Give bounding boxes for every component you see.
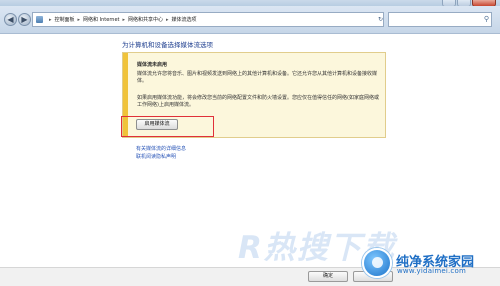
panel-heading: 媒体流未启用: [137, 62, 168, 68]
media-streaming-info-link[interactable]: 有关媒体流的详细信息: [136, 145, 186, 152]
ok-button[interactable]: 确定: [308, 271, 348, 282]
chevron-right-icon: ▸: [77, 16, 81, 23]
breadcrumb-network-internet[interactable]: 网络和 Internet: [83, 16, 119, 23]
control-panel-icon: [36, 16, 43, 23]
refresh-icon[interactable]: ↻: [377, 16, 384, 23]
forward-arrow-icon[interactable]: ▶: [18, 13, 31, 26]
page-title: 为计算机和设备选择媒体流选项: [122, 41, 213, 49]
search-icon[interactable]: ⚲: [484, 15, 489, 23]
logo-icon: [362, 248, 392, 278]
panel-description: 媒体流允许您将音乐、图片和视频发送到网络上的其他计算机和设备。它还允许您从其他计…: [137, 71, 378, 84]
address-bar[interactable]: ▸ 控制面板 ▸ 网络和 Internet ▸ 网络和共享中心 ▸ 媒体流选项: [32, 12, 384, 27]
search-input[interactable]: ⚲: [388, 12, 492, 27]
back-arrow-icon[interactable]: ◀: [4, 13, 17, 26]
breadcrumb-media-streaming-options[interactable]: 媒体流选项: [172, 16, 197, 23]
breadcrumb-network-sharing-center[interactable]: 网络和共享中心: [128, 16, 163, 23]
chevron-right-icon: ▸: [122, 16, 126, 23]
panel-warning: 如果启用媒体流功能，将会修改您当前的网络配置文件和防火墙设置。您应仅在值得信任的…: [137, 95, 379, 108]
logo-url: www.yidaimei.com: [397, 267, 466, 275]
chevron-right-icon: ▸: [49, 16, 52, 23]
breadcrumb-control-panel[interactable]: 控制面板: [55, 16, 75, 23]
chevron-right-icon: ▸: [166, 16, 169, 23]
annotation-highlight-box: [121, 116, 214, 137]
privacy-statement-link[interactable]: 联机阅读隐私声明: [136, 153, 176, 160]
site-logo: 纯净系统家园 www.yidaimei.com: [362, 248, 498, 282]
address-toolbar: ◀ ▶ ▸ 控制面板 ▸ 网络和 Internet ▸ 网络和共享中心 ▸ 媒体…: [0, 6, 500, 34]
